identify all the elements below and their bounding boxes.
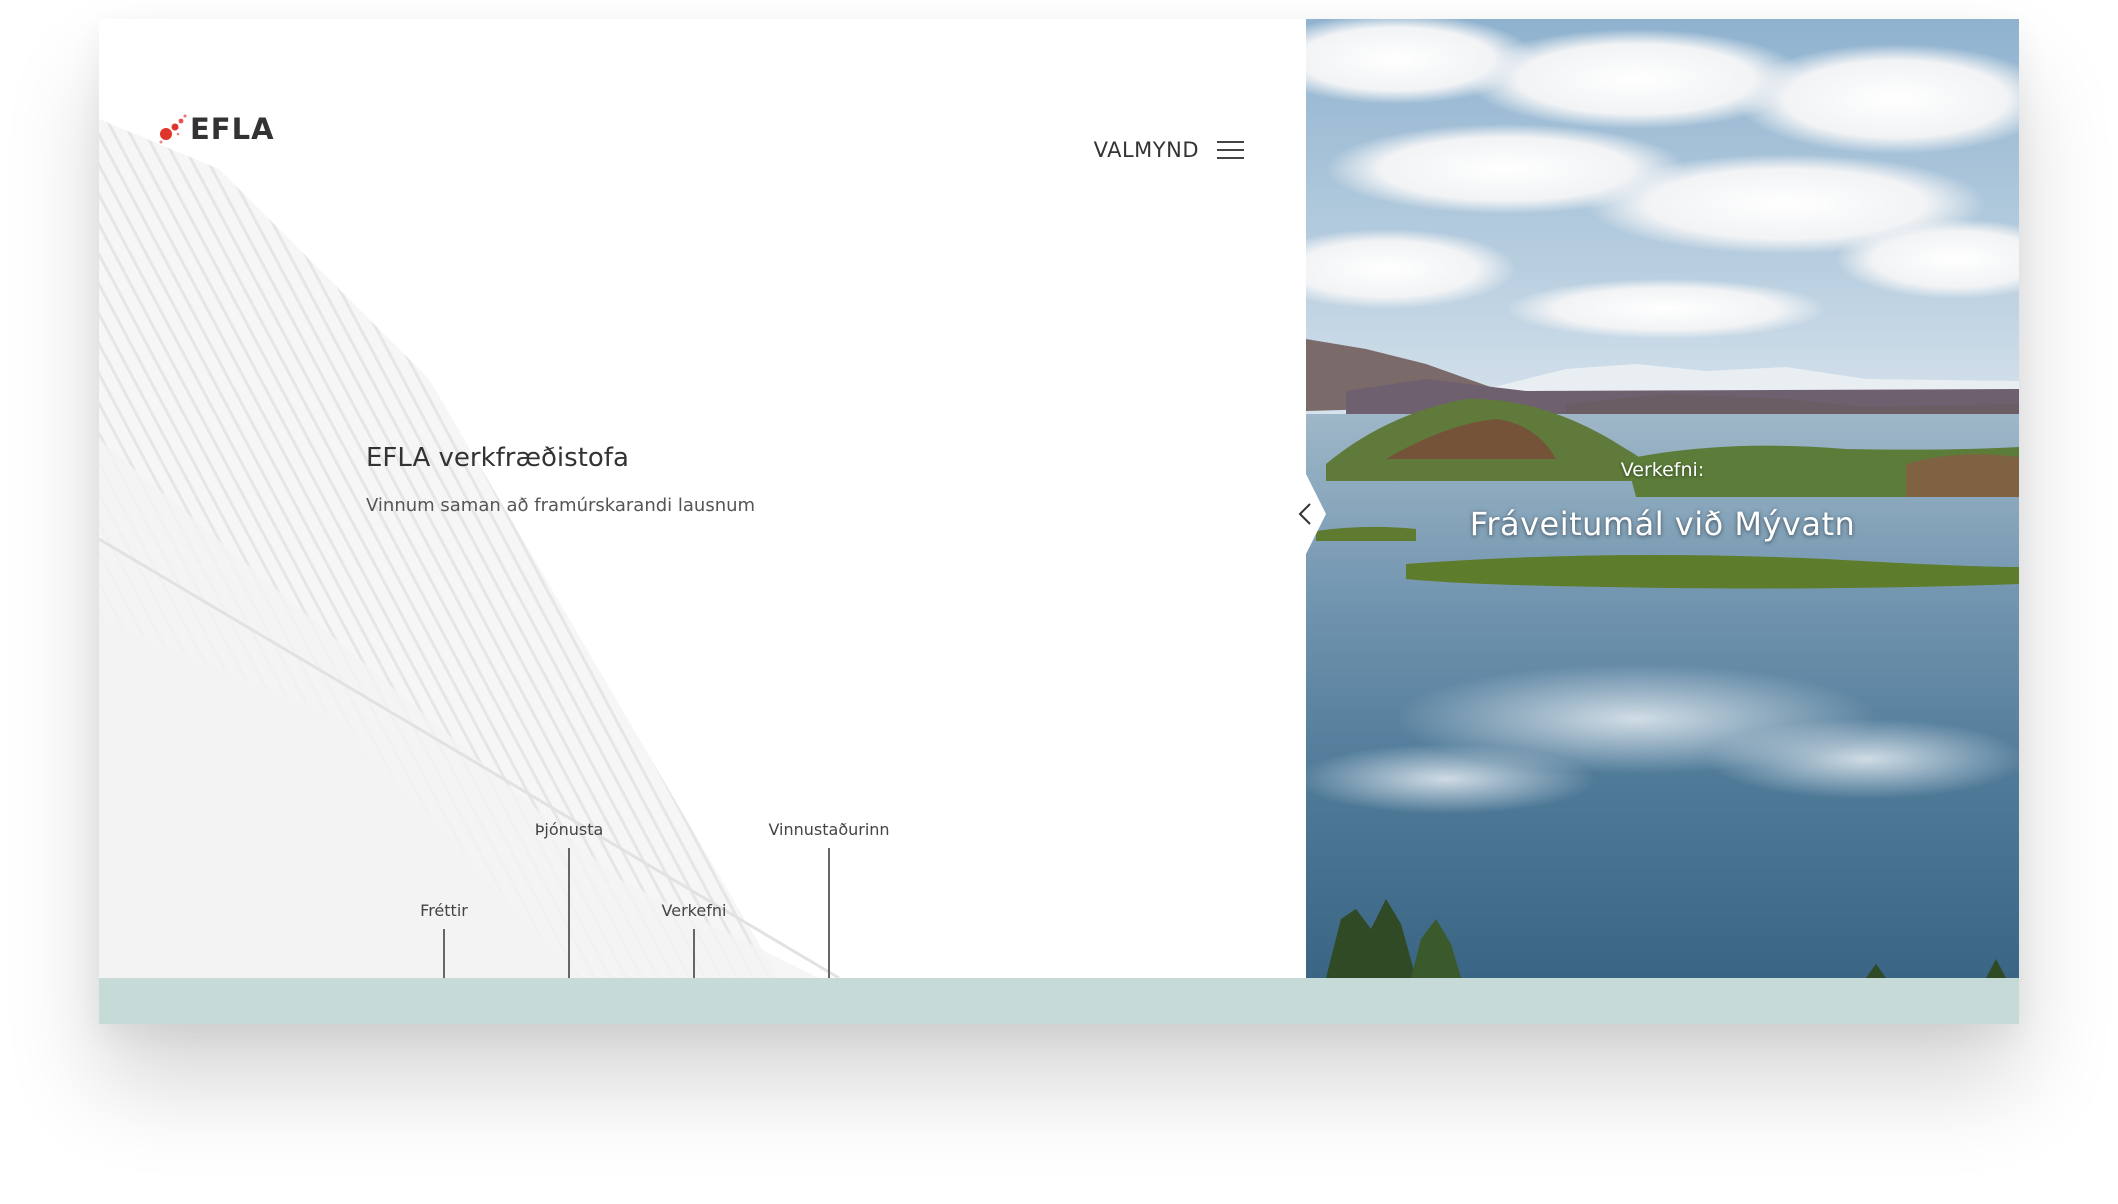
menu-label: VALMYND — [1093, 138, 1199, 162]
hamburger-icon — [1217, 141, 1244, 159]
chevron-left-icon[interactable] — [1286, 474, 1326, 554]
project-kicker: Verkefni: — [1620, 459, 1705, 481]
nav-indicator-line — [693, 929, 695, 978]
project-title: Fráveitumál við Mývatn — [1469, 505, 1856, 543]
nav-item-vinnustadurinn[interactable]: Vinnustaðurinn — [759, 820, 899, 978]
nav-indicator-line — [568, 848, 570, 978]
left-panel: EFLA VALMYND EFLA verkfræðistofa Vinnum … — [99, 19, 1306, 978]
nav-item-thjonusta[interactable]: Þjónusta — [519, 820, 619, 978]
nav-item-frettir[interactable]: Fréttir — [404, 901, 484, 978]
nav-label: Verkefni — [661, 901, 727, 920]
efla-logo-mark-icon — [159, 114, 187, 144]
hero-subtitle: Vinnum saman að framúrskarandi lausnum — [366, 495, 756, 516]
project-caption[interactable]: Verkefni: Fráveitumál við Mývatn — [1306, 459, 2019, 543]
hero-title: EFLA verkfræðistofa — [366, 443, 629, 473]
menu-button[interactable]: VALMYND — [1094, 132, 1244, 168]
efla-logo[interactable]: EFLA — [158, 104, 275, 154]
nav-item-verkefni[interactable]: Verkefni — [648, 901, 740, 978]
nav-indicator-line — [828, 848, 830, 978]
logo-wordmark: EFLA — [190, 112, 275, 146]
footer-strip — [99, 978, 2019, 1024]
nav-label: Fréttir — [420, 901, 468, 920]
nav-label: Þjónusta — [534, 820, 604, 839]
nav-label: Vinnustaðurinn — [768, 820, 890, 839]
nav-indicator-line — [443, 929, 445, 978]
browser-frame: EFLA VALMYND EFLA verkfræðistofa Vinnum … — [99, 19, 2019, 1024]
